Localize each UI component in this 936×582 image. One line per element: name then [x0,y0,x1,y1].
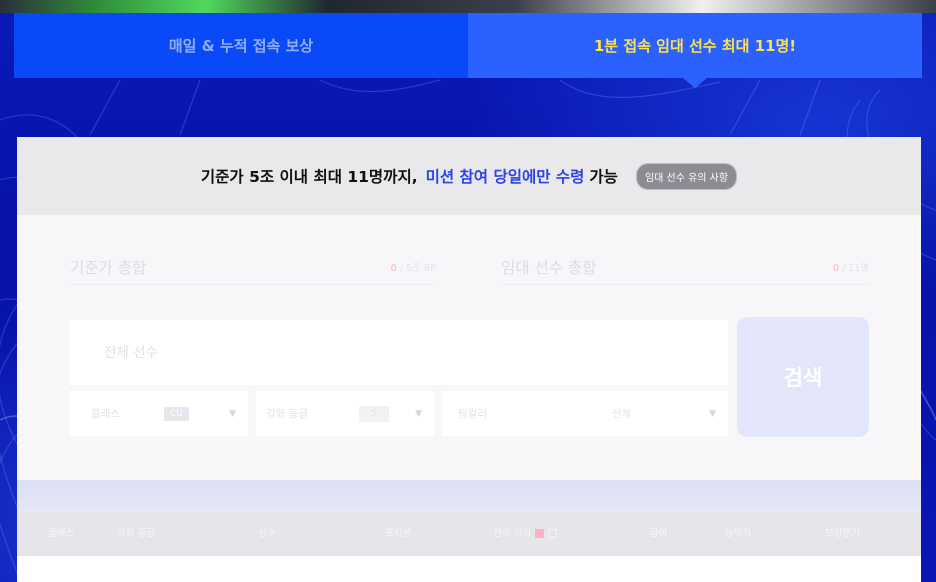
tab-rental-players-label: 1분 접속 임대 선수 최대 11명! [593,37,797,55]
tab-bar: 매일 & 누적 접속 보상 1분 접속 임대 선수 최대 11명! [14,13,922,88]
header-salary: 급여 [650,528,668,539]
player-search-input[interactable] [70,320,728,385]
tab-rental-players[interactable]: 1분 접속 임대 선수 최대 11명! [468,13,922,88]
chevron-down-icon: ▼ [415,408,422,419]
header-grade: 강화 등급 [117,528,155,539]
header-player: 선수 [258,528,276,539]
search-button[interactable]: 검색 [737,317,869,437]
grade-filter-label: 강화 등급 [266,408,308,420]
team-color-filter-value: 전체 [611,408,632,420]
summary-rental-count-value: 0 / 11명 [832,262,869,274]
rental-notice-button[interactable]: 임대 선수 유의 사항 [635,162,738,190]
tab-daily-rewards-label: 매일 & 누적 접속 보상 [168,37,314,55]
table-header: 클래스 강화 등급 선수 포지션 선수 가치 급여 능력치 보상받기 [17,512,921,556]
header-class: 클래스 [48,528,75,539]
summary-base-price: 기준가 총합 0 / 5조 BP [70,249,436,285]
header-position: 포지션 [385,528,412,539]
summary-base-price-label: 기준가 총합 [70,258,147,277]
chevron-down-icon: ▼ [709,408,716,419]
header-claim: 보상받기 [825,528,860,539]
sort-asc-toggle[interactable] [547,529,557,538]
notice-tail-text: 가능 [589,168,618,186]
top-banner-strip [0,0,936,13]
active-tab-indicator [683,78,707,88]
notice-bar: 기준가 5조 이내 최대 11명까지, 미션 참여 당일에만 수령 가능 임대 … [17,137,921,215]
summary-rental-count-label: 임대 선수 총합 [501,258,597,277]
class-filter[interactable]: 클래스 CU ▼ [70,391,248,436]
grade-filter[interactable]: 강화 등급 5 ▼ [256,391,434,436]
summary-base-price-value: 0 / 5조 BP [390,262,436,274]
notice-highlight-text: 미션 참여 당일에만 수령 [425,168,585,186]
sort-desc-toggle[interactable] [534,529,544,538]
chevron-down-icon: ▼ [229,408,236,419]
header-stats: 능력치 [725,528,752,539]
summary-rental-count: 임대 선수 총합 0 / 11명 [501,249,869,285]
tab-daily-rewards[interactable]: 매일 & 누적 접속 보상 [14,13,468,78]
notice-main-text: 기준가 5조 이내 최대 11명까지, [200,168,418,186]
team-color-filter[interactable]: 팀컬러 전체 ▼ [442,391,728,436]
grade-filter-value: 5 [359,405,389,422]
table-body [17,556,921,582]
rental-panel: 기준가 5조 이내 최대 11명까지, 미션 참여 당일에만 수령 가능 임대 … [17,137,921,582]
class-filter-label: 클래스 [91,408,120,420]
team-color-filter-label: 팀컬러 [458,408,487,420]
header-player-value: 선수 가치 [493,512,557,556]
divider-band [17,480,921,512]
class-filter-value: CU [164,406,189,421]
